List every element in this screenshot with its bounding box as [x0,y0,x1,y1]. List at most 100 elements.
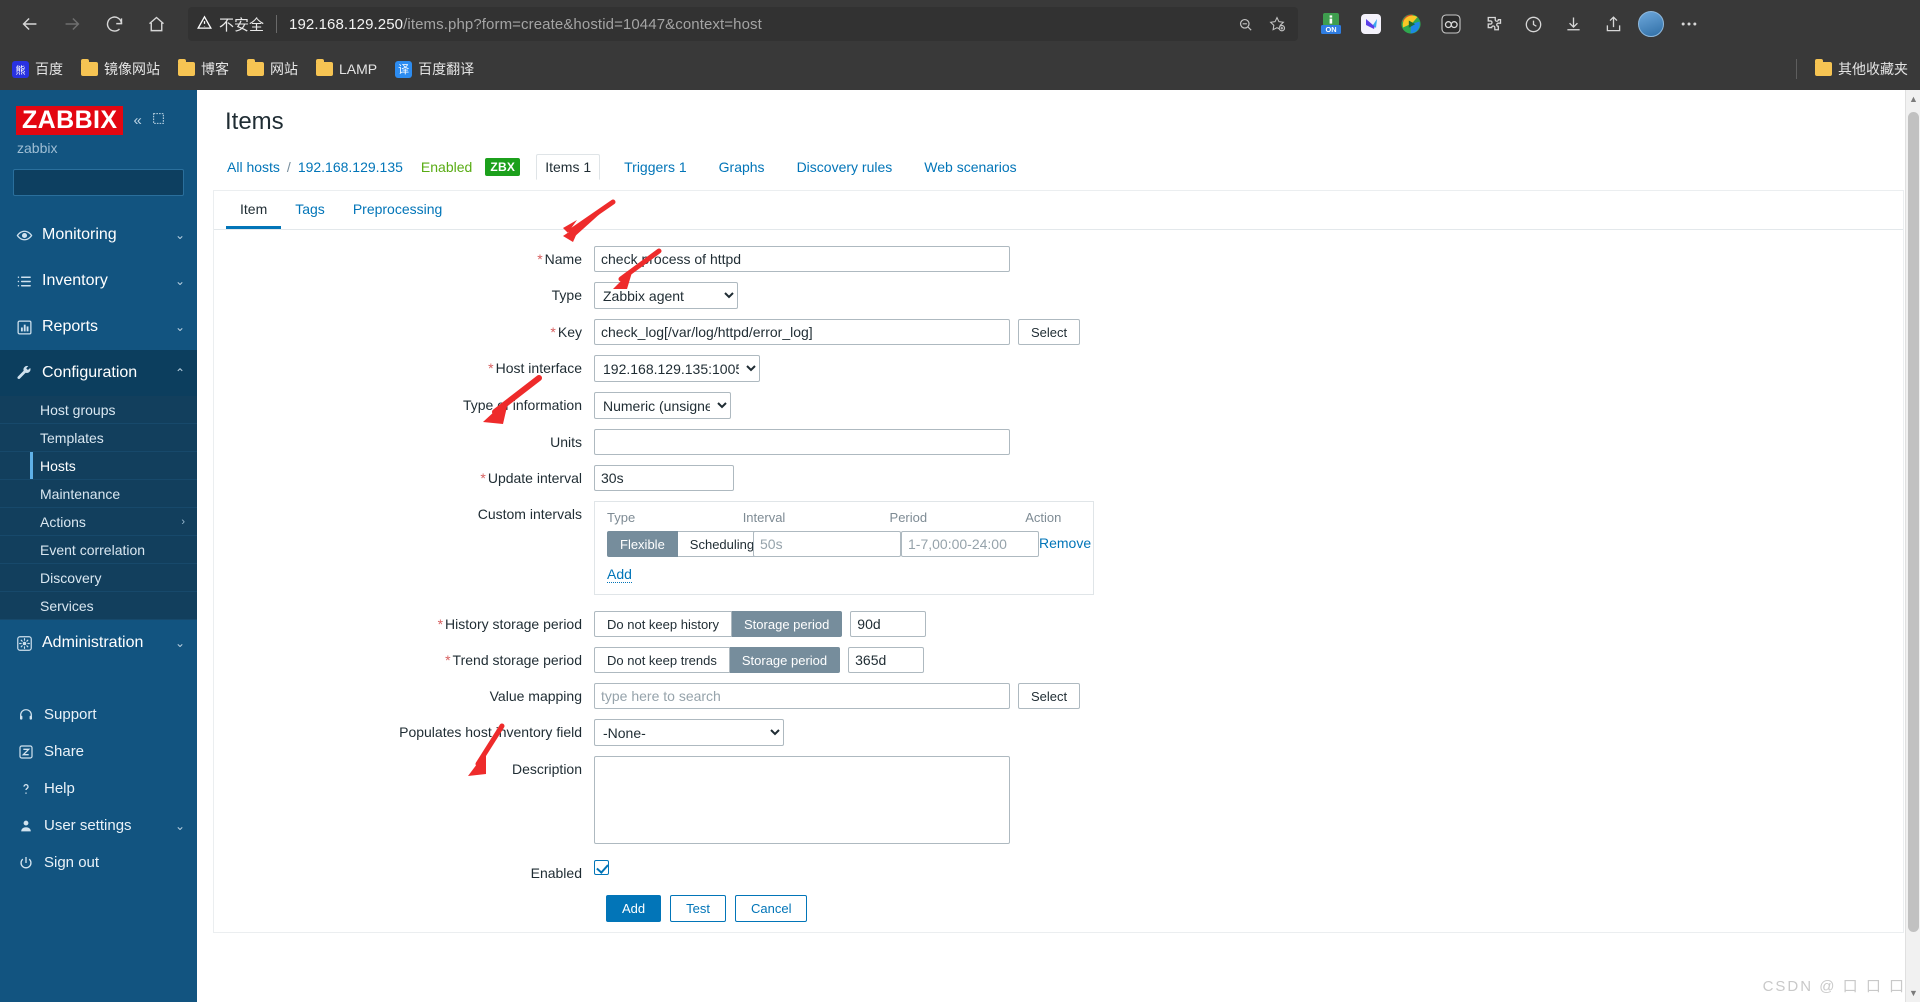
sidebar-item-support[interactable]: Support [0,696,197,733]
units-input[interactable] [594,429,1010,455]
period-input[interactable] [901,531,1039,557]
do-not-keep-trends-button[interactable]: Do not keep trends [594,647,730,673]
sidebar-item-share[interactable]: Share [0,733,197,770]
bookmark-star-icon[interactable] [1264,11,1290,37]
search-input[interactable] [20,169,208,196]
collapse-panel-icon[interactable] [152,112,165,129]
other-bookmarks-button[interactable]: 其他收藏夹 [1815,59,1908,79]
scroll-up-arrow[interactable]: ▲ [1909,94,1918,104]
sidebar-item-host-groups[interactable]: Host groups [0,396,197,425]
scroll-down-arrow[interactable]: ▼ [1909,988,1918,998]
breadcrumb-host[interactable]: 192.168.129.135 [298,159,403,175]
scrollbar[interactable]: ▲ ▼ [1905,90,1920,1002]
chevron-down-icon[interactable]: ⌄ [175,274,185,288]
name-input[interactable] [594,246,1010,272]
value-mapping-input[interactable] [594,683,1010,709]
tab-tags[interactable]: Tags [281,191,339,229]
bookmark-item[interactable]: 博客 [178,59,229,79]
omnibox-divider [276,15,278,33]
tab-item[interactable]: Item [226,191,282,229]
trend-storage-period-input[interactable] [848,647,925,673]
sidebar-item-actions[interactable]: Actions › [0,508,197,537]
zabbix-logo[interactable]: ZABBIX [16,106,124,136]
chevron-right-icon[interactable]: › [181,516,185,528]
chevrons-left-icon[interactable]: « [133,112,141,129]
share-icon[interactable] [1598,9,1628,39]
history-storage-period-input[interactable] [850,611,927,637]
chevron-up-icon[interactable]: ⌃ [175,366,185,380]
sidebar-item-monitoring[interactable]: Monitoring ⌄ [0,212,197,258]
reload-icon[interactable] [94,4,134,44]
sidebar-item-help[interactable]: Help [0,770,197,807]
home-icon[interactable] [136,4,176,44]
forward-icon[interactable] [52,4,92,44]
address-bar[interactable]: 不安全 192.168.129.250/items.php?form=creat… [188,7,1298,41]
type-select[interactable]: Zabbix agent [594,282,738,309]
zoom-out-icon[interactable] [1232,11,1258,37]
history-storage-period-button[interactable]: Storage period [732,611,843,637]
scrollbar-thumb[interactable] [1908,112,1919,932]
more-menu-icon[interactable] [1674,9,1704,39]
tab-triggers[interactable]: Triggers 1 [616,155,695,179]
remove-interval-link[interactable]: Remove [1039,535,1091,551]
value-mapping-select-button[interactable]: Select [1018,683,1081,709]
tab-discovery-rules[interactable]: Discovery rules [789,155,901,179]
add-interval-link[interactable]: Add [607,566,632,583]
sidebar-item-configuration[interactable]: Configuration ⌃ [0,350,197,397]
back-icon[interactable] [10,4,50,44]
sidebar-item-templates[interactable]: Templates [0,424,197,453]
bookmark-item[interactable]: 网站 [247,59,298,79]
sidebar-search[interactable] [13,169,221,197]
populates-host-inventory-field-select[interactable]: -None- [594,719,784,746]
sidebar-item-reports[interactable]: Reports ⌄ [0,304,197,350]
cancel-button[interactable]: Cancel [734,895,808,922]
tab-graphs[interactable]: Graphs [711,155,773,179]
security-status[interactable]: 不安全 [196,14,264,35]
url-host: 192.168.129.250 [289,15,404,33]
bookmark-item[interactable]: 熊 百度 [12,59,63,79]
goo-icon[interactable] [1438,11,1464,37]
avatar[interactable] [1638,11,1664,37]
bookmark-item[interactable]: LAMP [316,59,377,77]
adblock-on-icon[interactable]: ON [1318,11,1344,37]
sidebar-item-administration[interactable]: Administration ⌄ [0,620,197,666]
host-interface-select[interactable]: 192.168.129.135:10050 [594,355,760,382]
test-button[interactable]: Test [670,895,726,922]
sidebar-item-services[interactable]: Services [0,592,197,621]
sidebar-item-user-settings[interactable]: User settings ⌄ [0,807,197,844]
sidebar-item-maintenance[interactable]: Maintenance [0,480,197,509]
trend-storage-period-button[interactable]: Storage period [729,647,841,673]
tab-preprocessing[interactable]: Preprocessing [339,191,457,229]
key-select-button[interactable]: Select [1018,319,1081,345]
download-icon[interactable] [1558,9,1588,39]
url-text[interactable]: 192.168.129.250/items.php?form=create&ho… [289,16,1226,33]
sidebar-item-discovery[interactable]: Discovery [0,564,197,593]
bookmark-item[interactable]: 镜像网站 [81,59,160,79]
sidebar-item-hosts[interactable]: Hosts [0,452,197,481]
tab-items[interactable]: Items 1 [536,154,601,180]
enabled-checkbox[interactable] [594,860,609,875]
history-icon[interactable] [1518,9,1548,39]
type-of-information-select[interactable]: Numeric (unsigned) [594,392,731,419]
do-not-keep-history-button[interactable]: Do not keep history [594,611,733,637]
chevron-down-icon[interactable]: ⌄ [175,819,185,833]
update-interval-input[interactable] [594,465,734,491]
description-textarea[interactable] [594,756,1010,844]
chevron-down-icon[interactable]: ⌄ [175,320,185,334]
breadcrumb-all-hosts[interactable]: All hosts [227,159,280,175]
bookmark-item[interactable]: 译 百度翻译 [395,59,474,79]
foxmail-icon[interactable] [1358,11,1384,37]
idm-icon[interactable] [1398,11,1424,37]
type-flexible-button[interactable]: Flexible [607,531,678,557]
sidebar-item-inventory[interactable]: Inventory ⌄ [0,258,197,304]
add-button[interactable]: Add [606,895,662,922]
chevron-down-icon[interactable]: ⌄ [175,636,185,650]
sidebar-item-event-correlation[interactable]: Event correlation [0,536,197,565]
interval-input[interactable] [753,531,901,557]
tab-web-scenarios[interactable]: Web scenarios [916,155,1024,179]
key-input[interactable] [594,319,1010,345]
status-badge[interactable]: ZBX [485,158,521,176]
puzzle-extensions-icon[interactable] [1478,9,1508,39]
chevron-down-icon[interactable]: ⌄ [175,228,185,242]
sidebar-item-sign-out[interactable]: Sign out [0,844,197,881]
